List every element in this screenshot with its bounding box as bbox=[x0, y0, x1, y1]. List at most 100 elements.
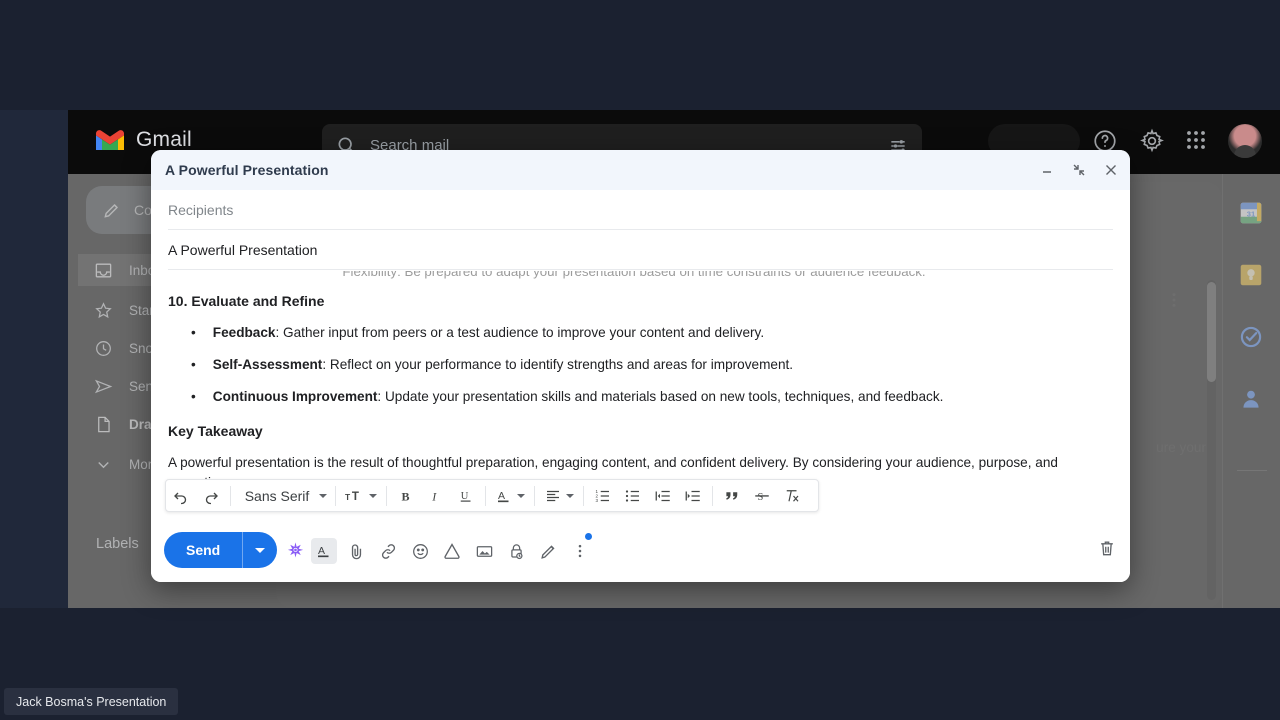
tasks-addon-icon[interactable] bbox=[1238, 324, 1266, 352]
insert-signature-icon[interactable] bbox=[535, 538, 561, 564]
compose-header[interactable]: A Powerful Presentation bbox=[151, 150, 1130, 190]
toolbar-divider bbox=[386, 485, 387, 506]
desktop-background-bottom bbox=[0, 608, 1280, 720]
body-bullet: • Self-Assessment: Reflect on your perfo… bbox=[191, 355, 1094, 375]
star-icon bbox=[95, 301, 112, 318]
compose-window: A Powerful Presentation Recipients A Pow… bbox=[151, 150, 1130, 582]
inbox-icon bbox=[95, 262, 112, 278]
subject-value: A Powerful Presentation bbox=[168, 241, 318, 258]
more-options-icon[interactable] bbox=[567, 538, 593, 564]
compose-window-controls bbox=[1038, 150, 1120, 190]
gemini-icon[interactable] bbox=[282, 538, 308, 564]
screen: 99+ Mail Chat bbox=[0, 0, 1280, 720]
toolbar-divider bbox=[230, 485, 231, 506]
font-family-select[interactable]: Sans Serif bbox=[237, 482, 329, 510]
svg-text:3: 3 bbox=[596, 498, 599, 503]
font-family-value: Sans Serif bbox=[244, 487, 310, 504]
message-visible-text: ure your bbox=[1156, 440, 1206, 455]
svg-text:U: U bbox=[461, 491, 469, 502]
body-bullet: • Continuous Improvement: Update your pr… bbox=[191, 387, 1094, 407]
insert-photo-icon[interactable] bbox=[471, 538, 497, 564]
taskbar-window-button[interactable]: Jack Bosma's Presentation bbox=[4, 688, 179, 715]
insert-emoji-icon[interactable] bbox=[407, 538, 433, 564]
message-scrollbar-thumb[interactable] bbox=[1207, 282, 1216, 382]
bullet-marker: • bbox=[191, 325, 196, 340]
body-takeaway-heading: Key Takeaway bbox=[168, 423, 263, 439]
gmail-logo-icon bbox=[96, 130, 124, 150]
attach-file-icon[interactable] bbox=[343, 538, 369, 564]
toolbar-divider bbox=[335, 485, 336, 506]
recipients-field[interactable]: Recipients bbox=[168, 190, 1113, 230]
formatting-options-icon[interactable]: A bbox=[311, 538, 337, 564]
subject-field[interactable]: A Powerful Presentation bbox=[168, 230, 1113, 270]
chevron-down-icon bbox=[566, 493, 574, 498]
font-size-button[interactable]: T T bbox=[342, 482, 380, 510]
addon-divider bbox=[1237, 470, 1267, 471]
svg-text:31: 31 bbox=[1247, 209, 1255, 218]
recipients-placeholder: Recipients bbox=[168, 201, 234, 218]
redo-button[interactable] bbox=[198, 482, 224, 510]
svg-text:I: I bbox=[431, 489, 437, 503]
bullet-marker: • bbox=[191, 357, 196, 372]
svg-text:S: S bbox=[758, 491, 764, 502]
chevron-down-icon bbox=[369, 493, 377, 498]
body-bullet: • Feedback: Gather input from peers or a… bbox=[191, 323, 1094, 343]
send-button[interactable]: Send bbox=[164, 532, 278, 568]
bullet-text: : Gather input from peers or a test audi… bbox=[275, 325, 765, 340]
exit-full-screen-button[interactable] bbox=[1070, 161, 1088, 179]
svg-text:T: T bbox=[345, 491, 351, 501]
numbered-list-button[interactable]: 1 2 3 bbox=[590, 482, 616, 510]
svg-text:T: T bbox=[352, 490, 359, 502]
remove-formatting-button[interactable] bbox=[779, 482, 805, 510]
italic-button[interactable]: I bbox=[423, 482, 449, 510]
bold-button[interactable]: B bbox=[393, 482, 419, 510]
strikethrough-button[interactable]: S bbox=[749, 482, 775, 510]
bullet-text: : Reflect on your performance to identif… bbox=[322, 357, 794, 372]
chevron-down-icon bbox=[319, 493, 328, 498]
align-button[interactable] bbox=[541, 482, 577, 510]
indent-less-button[interactable] bbox=[650, 482, 676, 510]
taskbar-window-title: Jack Bosma's Presentation bbox=[16, 694, 167, 709]
contacts-addon-icon[interactable] bbox=[1238, 386, 1266, 414]
pencil-icon bbox=[104, 203, 119, 218]
toolbar-divider bbox=[712, 485, 713, 506]
chevron-down-icon bbox=[98, 461, 109, 468]
insert-link-icon[interactable] bbox=[375, 538, 401, 564]
desktop-background-top bbox=[0, 0, 1280, 110]
addon-rail: 31 bbox=[1222, 174, 1280, 608]
bullet-term: Feedback bbox=[212, 325, 276, 340]
confidential-mode-icon[interactable] bbox=[503, 538, 529, 564]
indent-more-button[interactable] bbox=[680, 482, 706, 510]
send-label: Send bbox=[186, 542, 221, 558]
send-icon bbox=[94, 379, 113, 393]
undo-button[interactable] bbox=[168, 482, 194, 510]
svg-text:B: B bbox=[402, 489, 410, 503]
body-heading: 10. Evaluate and Refine bbox=[168, 293, 325, 309]
labels-heading: Labels bbox=[96, 536, 139, 552]
discard-draft-icon[interactable] bbox=[1097, 538, 1123, 564]
quote-button[interactable] bbox=[719, 482, 745, 510]
minimize-button[interactable] bbox=[1038, 161, 1056, 179]
bullet-term: Continuous Improvement bbox=[212, 389, 378, 404]
insert-drive-icon[interactable] bbox=[439, 538, 465, 564]
gear-icon[interactable] bbox=[1139, 128, 1167, 156]
avatar[interactable] bbox=[1228, 124, 1262, 158]
apps-grid-icon[interactable] bbox=[1184, 128, 1212, 156]
more-vert-icon[interactable] bbox=[1164, 290, 1184, 310]
chevron-down-icon bbox=[517, 493, 525, 498]
bullet-term: Self-Assessment bbox=[212, 357, 323, 372]
calendar-addon-icon[interactable]: 31 bbox=[1238, 200, 1266, 228]
toolbar-divider bbox=[485, 485, 486, 506]
formatting-toolbar: Sans Serif T T B I U A 1 2 3 S bbox=[165, 479, 819, 512]
keep-addon-icon[interactable] bbox=[1238, 262, 1266, 290]
toolbar-divider bbox=[534, 485, 535, 506]
text-color-button[interactable]: A bbox=[492, 482, 528, 510]
bulleted-list-button[interactable] bbox=[620, 482, 646, 510]
close-button[interactable] bbox=[1102, 161, 1120, 179]
draft-icon bbox=[98, 416, 110, 432]
underline-button[interactable]: U bbox=[453, 482, 479, 510]
more-options-badge bbox=[585, 533, 592, 540]
clock-icon bbox=[96, 340, 111, 356]
bullet-marker: • bbox=[191, 389, 196, 404]
gmail-wordmark: Gmail bbox=[136, 128, 192, 151]
